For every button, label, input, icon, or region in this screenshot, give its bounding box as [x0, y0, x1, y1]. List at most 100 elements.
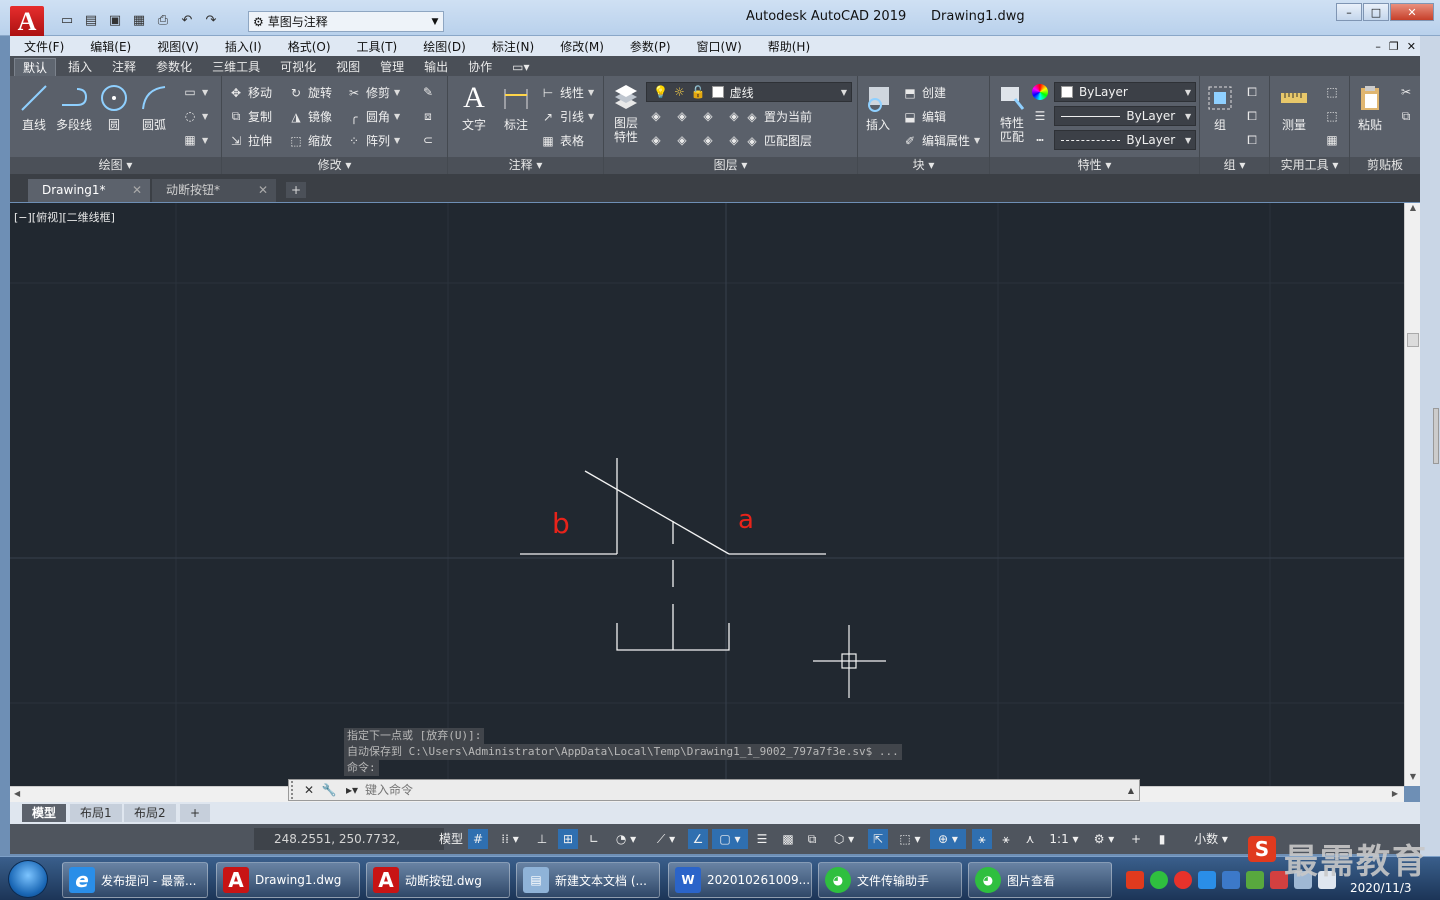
viewport-controls[interactable]: [−][俯视][二维线框]	[14, 209, 115, 225]
taskbar-item-image-view[interactable]: ◕ 图片查看	[968, 862, 1112, 898]
new-file-icon[interactable]: ▭	[56, 10, 78, 30]
ungroup-tool[interactable]: ⧠	[1244, 84, 1260, 100]
units-select[interactable]: 小数 ▾	[1176, 829, 1246, 849]
lineweight-toggle-icon[interactable]: ☰	[752, 829, 772, 849]
tab-output[interactable]: 输出	[416, 58, 456, 76]
command-input[interactable]	[365, 781, 1123, 799]
sogou-icon[interactable]	[1126, 871, 1144, 889]
open-file-icon[interactable]: ▤	[80, 10, 102, 30]
taskbar-item-file-transfer[interactable]: ◕ 文件传输助手	[818, 862, 962, 898]
dynamic-input-icon[interactable]: ⊞	[558, 829, 578, 849]
utilities-panel-title[interactable]: 实用工具 ▾	[1270, 157, 1349, 174]
polyline-tool[interactable]: 多段线	[54, 82, 94, 133]
offset-tool[interactable]: ⊂	[420, 132, 436, 148]
close-icon[interactable]: ✕	[258, 179, 268, 202]
block-panel-title[interactable]: 块 ▾	[858, 157, 989, 174]
auto-scale-icon[interactable]: ⚹	[996, 829, 1016, 849]
layer-freeze-icon[interactable]: ◈	[700, 108, 716, 124]
doc-restore-icon[interactable]: ❐	[1389, 40, 1399, 53]
lineweight-select[interactable]: ByLayer ▼	[1054, 106, 1196, 126]
tab-visualize[interactable]: 可视化	[272, 58, 324, 76]
scroll-thumb[interactable]	[1407, 333, 1419, 347]
stretch-tool[interactable]: ⇲ 拉伸	[228, 132, 272, 149]
copy-tool[interactable]: ⧉ 复制	[228, 108, 272, 125]
close-icon[interactable]: ✕	[299, 783, 319, 797]
rectangle-tool[interactable]: ▭ ▼	[182, 84, 208, 100]
scroll-down-icon[interactable]: ▼	[1405, 772, 1421, 786]
taskbar-item-notepad[interactable]: ▤ 新建文本文档 (...	[516, 862, 660, 898]
doc-close-icon[interactable]: ✕	[1407, 40, 1416, 53]
tab-default[interactable]: 默认	[14, 58, 57, 76]
close-button[interactable]: ✕	[1390, 3, 1434, 21]
tab-layout1[interactable]: 布局1	[70, 804, 122, 822]
annotation-scale-select[interactable]: 1:1 ▾	[1046, 829, 1082, 849]
edit-block-tool[interactable]: ⬓ 编辑	[902, 108, 946, 125]
save-as-icon[interactable]: ▦	[128, 10, 150, 30]
new-tab-button[interactable]: +	[286, 182, 306, 198]
circle-tool[interactable]: 圆	[94, 82, 134, 133]
create-block-tool[interactable]: ⬒ 创建	[902, 84, 946, 101]
layer-properties-tool[interactable]: 图层 特性	[606, 82, 646, 144]
lineweight-icon[interactable]: ☰	[1032, 108, 1048, 124]
wrench-icon[interactable]: 🔧	[319, 783, 339, 797]
dynamic-ucs-icon[interactable]: ⇱	[868, 829, 888, 849]
hatch-tool[interactable]: ◌ ▼	[182, 108, 208, 124]
infer-icon[interactable]: ⊥	[532, 829, 552, 849]
menu-parametric[interactable]: 参数(P)	[630, 38, 683, 55]
scroll-left-icon[interactable]: ◀	[14, 789, 20, 798]
tab-insert[interactable]: 插入	[60, 58, 100, 76]
outer-scroll-thumb[interactable]	[1433, 408, 1439, 464]
network-icon[interactable]	[1222, 871, 1240, 889]
quick-select-tool[interactable]: ⬚	[1324, 84, 1340, 100]
tab-annotate[interactable]: 注释	[104, 58, 144, 76]
save-icon[interactable]: ▣	[104, 10, 126, 30]
menu-edit[interactable]: 编辑(E)	[90, 38, 143, 55]
coordinate-readout[interactable]: 248.2551, 250.7732, 0.0000	[254, 828, 444, 868]
start-button[interactable]	[8, 860, 48, 898]
tab-collaborate[interactable]: 协作	[460, 58, 500, 76]
calculator-tool[interactable]: ▦	[1324, 132, 1340, 148]
paste-tool[interactable]: 粘贴	[1350, 82, 1390, 133]
menu-window[interactable]: 窗口(W)	[697, 38, 754, 55]
minimize-button[interactable]: –	[1336, 3, 1362, 21]
layer-select[interactable]: 💡 ☼ 🔓 虚线 ▼	[646, 82, 852, 102]
menu-view[interactable]: 视图(V)	[157, 38, 211, 55]
print-icon[interactable]: ⎙	[152, 10, 174, 30]
layers-panel-title[interactable]: 图层 ▾	[604, 157, 857, 174]
polar-icon[interactable]: ◔ ▾	[608, 829, 644, 849]
maximize-button[interactable]: □	[1363, 3, 1389, 21]
rotate-tool[interactable]: ↻ 旋转	[288, 84, 332, 101]
vertical-scrollbar[interactable]: ▲ ▼	[1404, 203, 1420, 786]
line-tool[interactable]: 直线	[14, 82, 54, 133]
draw-panel-title[interactable]: 绘图 ▾	[10, 157, 221, 174]
ribbon-minimize-icon[interactable]: ▭▾	[504, 58, 537, 76]
layer-on-icon[interactable]: ◈	[648, 132, 664, 148]
menu-draw[interactable]: 绘图(D)	[423, 38, 478, 55]
group-select-tool[interactable]: ⧠	[1244, 132, 1260, 148]
taskbar-item-ie[interactable]: e 发布提问 - 最需...	[62, 862, 208, 898]
menu-dimension[interactable]: 标注(N)	[492, 38, 546, 55]
gizmo-icon[interactable]: ⊕ ▾	[930, 829, 966, 849]
object-snap-icon[interactable]: ▢ ▾	[712, 829, 748, 849]
3d-osnap-icon[interactable]: ⬡ ▾	[826, 829, 862, 849]
units-icon[interactable]: ▮	[1152, 829, 1172, 849]
modify-panel-title[interactable]: 修改 ▾	[222, 157, 447, 174]
cut-tool[interactable]: ✂	[1398, 84, 1414, 100]
dimension-tool[interactable]: 标注	[496, 82, 536, 133]
match-layer-tool[interactable]: ◈ 匹配图层	[744, 132, 812, 149]
add-layout-button[interactable]: +	[180, 804, 211, 822]
explode-tool[interactable]: ⧈	[420, 108, 436, 124]
scroll-up-icon[interactable]: ▲	[1405, 203, 1421, 217]
move-tool[interactable]: ✥ 移动	[228, 84, 272, 101]
workspace-select[interactable]: ⚙ 草图与注释 ▼	[248, 11, 444, 32]
object-snap-tracking-icon[interactable]: ∠	[688, 829, 708, 849]
linetype-select[interactable]: ByLayer ▼	[1054, 130, 1196, 150]
copy-clip-tool[interactable]: ⧉	[1398, 108, 1414, 124]
arc-tool[interactable]: 圆弧	[134, 82, 174, 133]
annotation-panel-title[interactable]: 注释 ▾	[448, 157, 603, 174]
autocad-logo-icon[interactable]: A	[10, 6, 44, 38]
menu-tools[interactable]: 工具(T)	[357, 38, 410, 55]
netease-icon[interactable]	[1174, 871, 1192, 889]
menu-format[interactable]: 格式(O)	[288, 38, 343, 55]
file-tab-drawing1[interactable]: Drawing1* ✕	[28, 179, 150, 202]
